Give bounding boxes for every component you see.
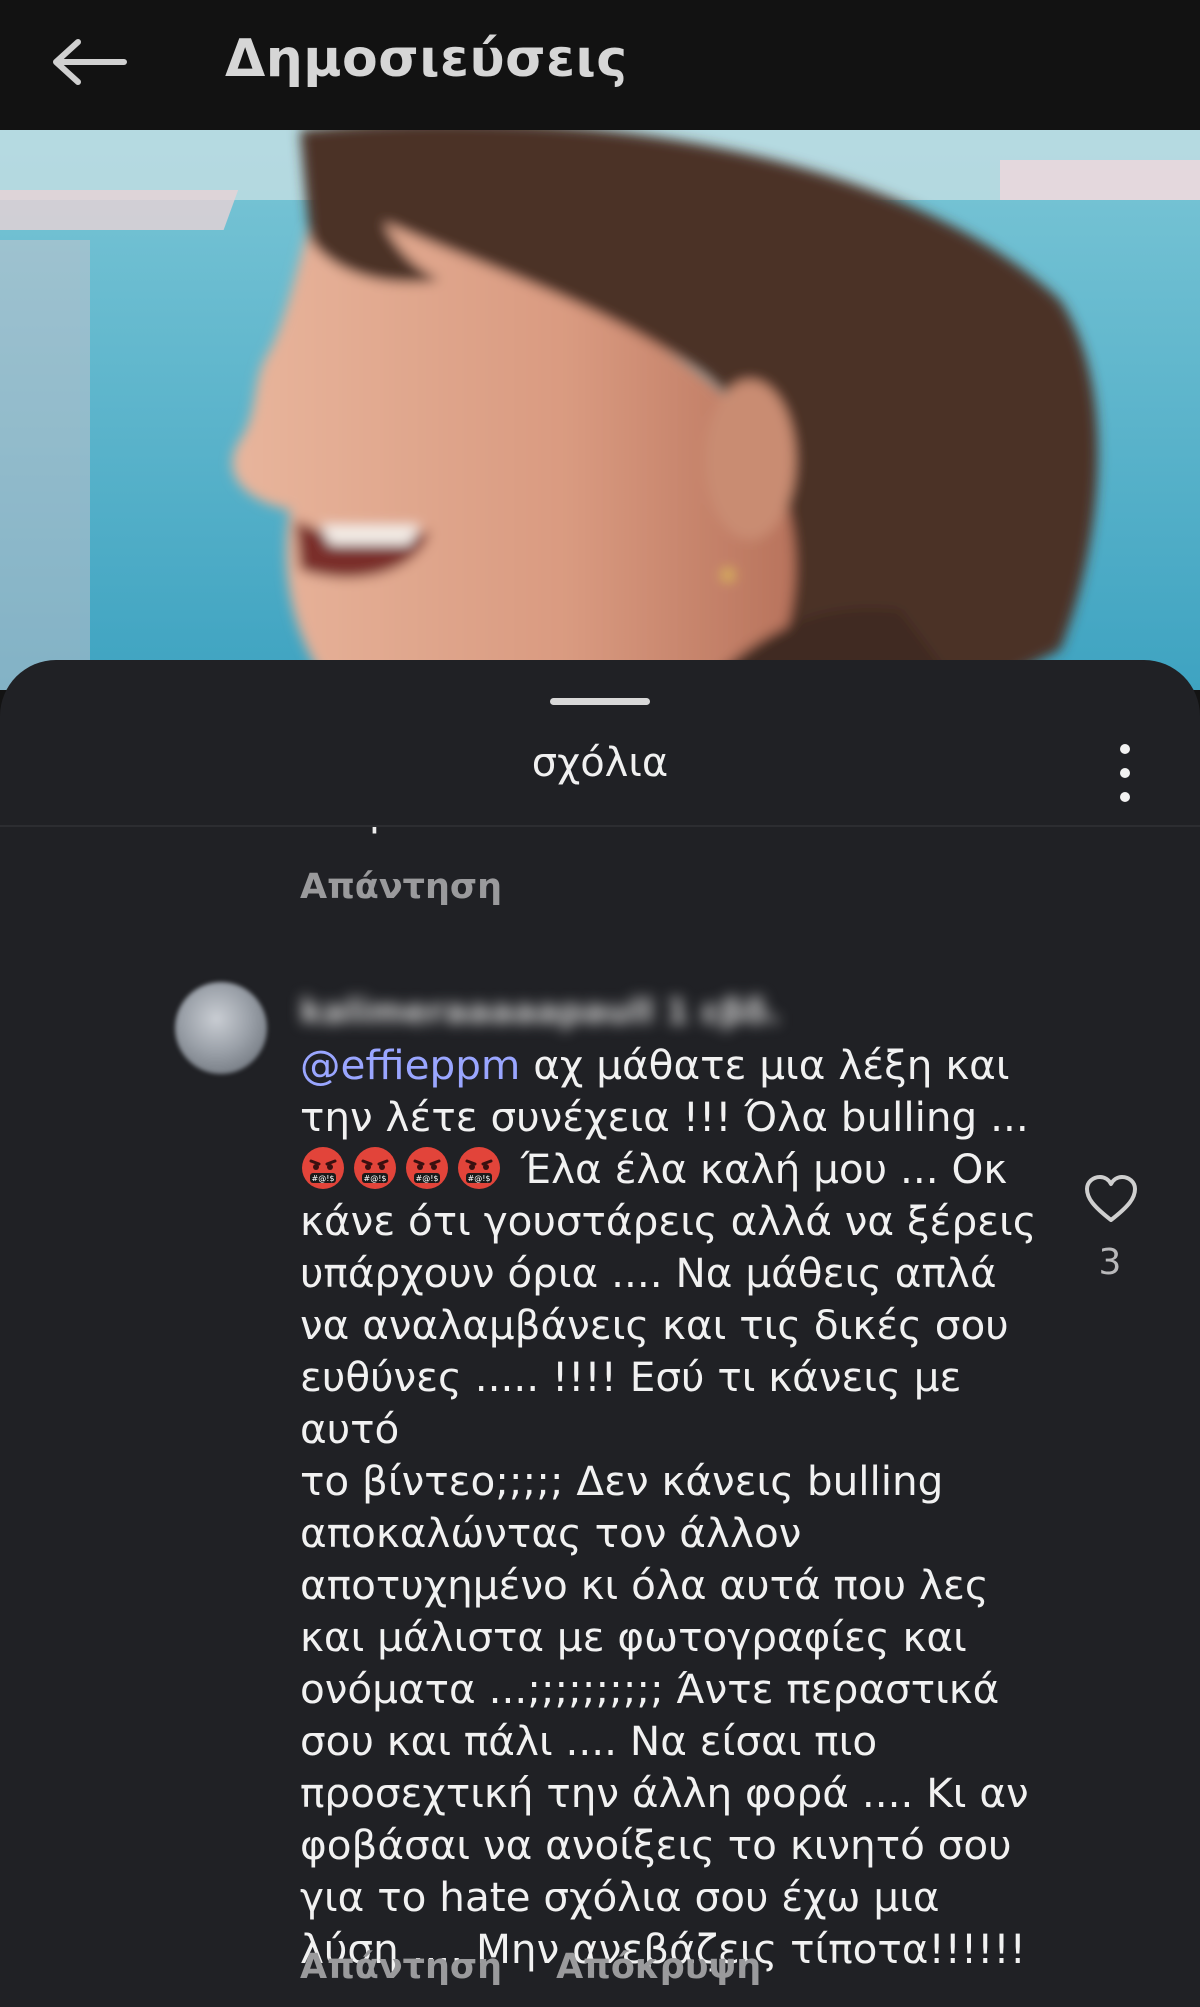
- svg-text:#@!$: #@!$: [416, 1174, 439, 1183]
- post-photo[interactable]: [0, 130, 1200, 690]
- svg-text:#@!$: #@!$: [312, 1174, 335, 1183]
- reply-button[interactable]: Απάντηση: [300, 1947, 502, 1987]
- back-button[interactable]: [44, 22, 134, 102]
- more-vertical-icon-dot: [1120, 744, 1130, 754]
- username-text: kalimeraaaaapaull: [300, 992, 654, 1032]
- angry-face-symbols-emoji: #@!$: [354, 1147, 396, 1189]
- angry-face-symbols-emoji: #@!$: [458, 1147, 500, 1189]
- hide-button[interactable]: Απόκρυψη: [556, 1947, 761, 1987]
- more-options-button[interactable]: [1100, 740, 1150, 810]
- heart-outline-icon: [1085, 1175, 1137, 1222]
- comment-line-2: την λέτε συνέχεια !!! Όλα bulling ...: [300, 1093, 1029, 1141]
- mention-link[interactable]: @effieppm: [300, 1041, 520, 1089]
- comments-sheet: σχόλια κλέβει Απάντηση kalimeraaaaapaull…: [0, 660, 1200, 2007]
- page-title: Δημοσιεύσεις: [225, 29, 628, 89]
- svg-text:#@!$: #@!$: [468, 1174, 491, 1183]
- comment-body-rest: κάνε ότι γουστάρεις αλλά να ξέρεις υπάρχ…: [300, 1197, 1037, 1973]
- sheet-title: σχόλια: [531, 740, 669, 786]
- more-vertical-icon-dot: [1120, 792, 1130, 802]
- avatar[interactable]: [175, 982, 267, 1074]
- previous-comment-text: κλέβει: [300, 827, 430, 835]
- angry-face-symbols-emoji: #@!$: [406, 1147, 448, 1189]
- previous-comment-reply-button[interactable]: Απάντηση: [300, 867, 502, 907]
- app-screen: Δημοσιεύσεις σχόλια Απάντηση kalimeraaaa…: [0, 0, 1200, 2007]
- comments-list[interactable]: κλέβει Απάντηση kalimeraaaaapaull 1 εβδ.…: [0, 827, 1200, 2007]
- top-app-bar: Δημοσιεύσεις: [0, 0, 1200, 130]
- arrow-left-icon: [53, 39, 127, 85]
- more-vertical-icon-dot: [1120, 768, 1130, 778]
- comment-username[interactable]: kalimeraaaaapaull 1 εβδ.: [300, 992, 781, 1032]
- comment-time: 1 εβδ.: [665, 992, 781, 1032]
- svg-text:#@!$: #@!$: [364, 1174, 387, 1183]
- comment-line-1: αχ μάθατε μια λέξη και: [520, 1041, 1010, 1089]
- post-photo-image: [0, 130, 1200, 690]
- emoji-run: #@!$ #@!$ #@!$ #@!$: [300, 1145, 508, 1193]
- like-count: 3: [1098, 1242, 1122, 1283]
- comment-line-3: Έλα έλα καλή μου ... Οκ: [508, 1145, 1008, 1193]
- like-button[interactable]: [1083, 1172, 1139, 1228]
- angry-face-symbols-emoji: #@!$: [302, 1147, 344, 1189]
- comment-body: @effieppm αχ μάθατε μια λέξη και την λέτ…: [300, 1039, 1060, 1975]
- drag-handle[interactable]: [550, 698, 650, 705]
- comment-actions: Απάντηση Απόκρυψη: [300, 1947, 761, 1987]
